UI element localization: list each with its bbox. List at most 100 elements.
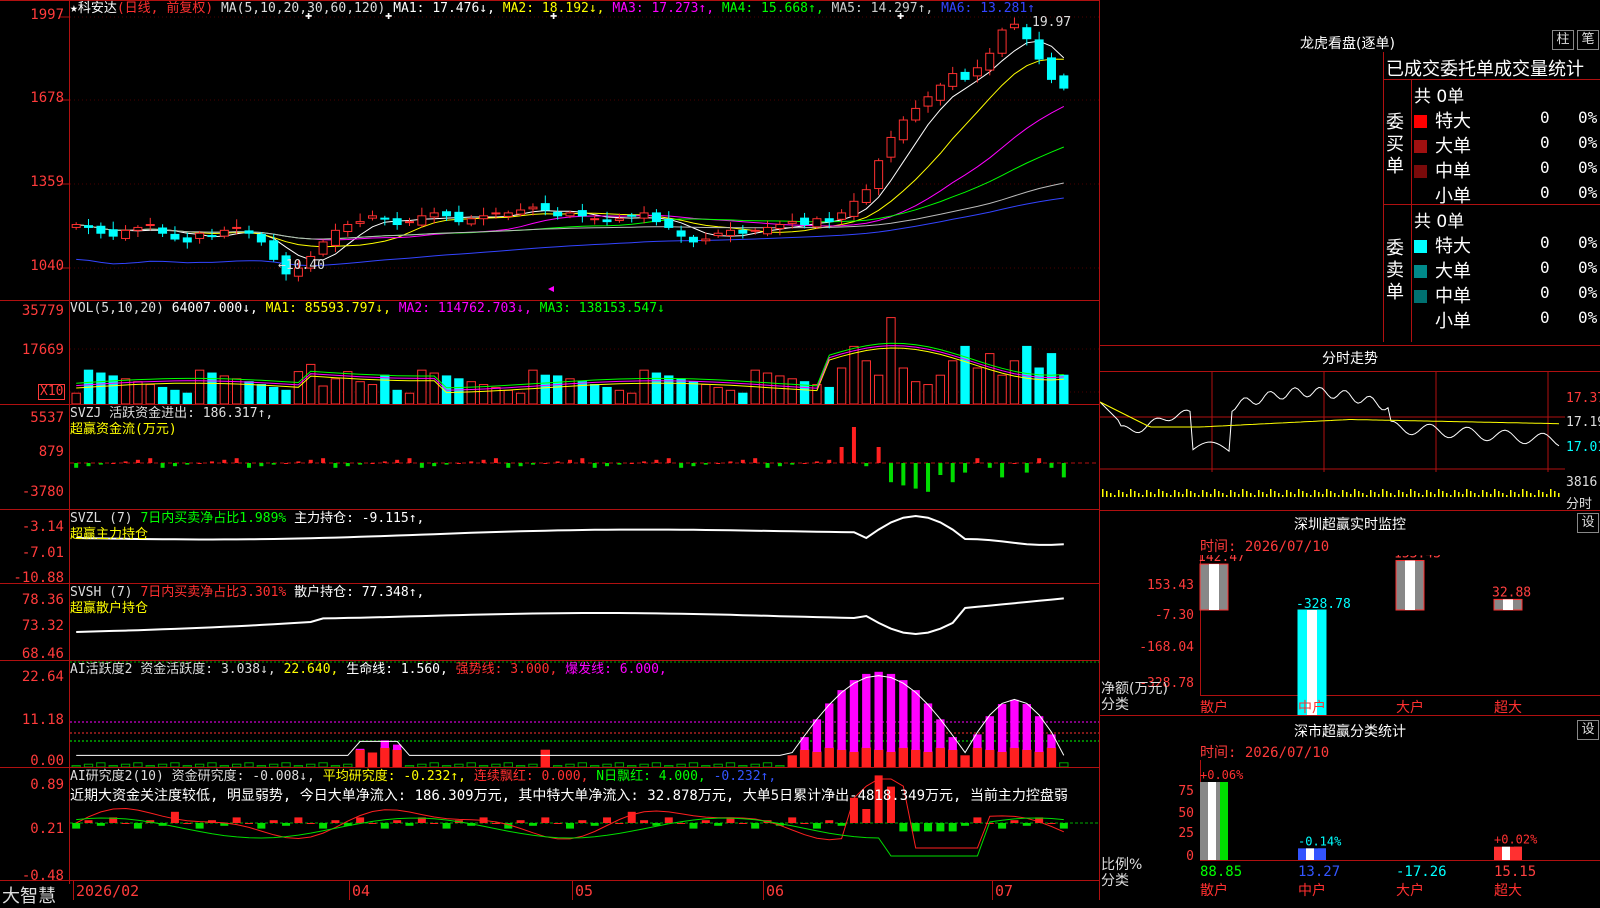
research-bar: [232, 817, 241, 823]
ma-value-4: MA4: 15.668↑,: [714, 1, 824, 16]
fund-flow-bar: [1024, 463, 1029, 473]
class-bar-change: -0.14%: [1298, 834, 1342, 848]
research-bar: [380, 823, 389, 829]
activity-bar: [713, 763, 723, 767]
research-bar: [257, 823, 266, 829]
x-tick-label: 06: [766, 882, 785, 900]
sz-monitor-title: 深圳超赢实时监控: [1294, 517, 1406, 533]
fund-flow-bar: [1000, 463, 1005, 478]
volume-bar: [145, 384, 155, 404]
candle: [1059, 73, 1069, 91]
brand-label: 大智慧: [2, 886, 56, 907]
candle: [121, 225, 131, 241]
intraday-volume-bar: [1454, 490, 1456, 497]
fund-flow-bar: [308, 459, 313, 463]
fund-flow-bar: [135, 459, 140, 463]
intraday-volume-bar: [1262, 492, 1264, 497]
ai2-note: 近期大资金关注度较低, 明显弱势, 今日大单净流入: 186.309万元, 其中…: [70, 788, 1068, 804]
activity-bar: [491, 763, 501, 767]
monitor-axis-label: 153.43: [1147, 578, 1194, 593]
volume-bar: [824, 386, 834, 404]
activity-bar: [725, 762, 736, 767]
volume-bar: [701, 384, 711, 404]
intraday-volume-bar: [1278, 493, 1280, 497]
volume-bar: [985, 353, 995, 404]
intraday-volume-bar: [1386, 491, 1388, 497]
candle: [664, 211, 674, 230]
monitor-bar-value: 142.47: [1198, 555, 1245, 565]
stock-name: 科安达: [77, 1, 117, 16]
intraday-volume-bar: [1394, 495, 1396, 497]
candle: [170, 226, 180, 242]
intraday-volume-bar: [1458, 492, 1460, 497]
intraday-volume-bar: [1506, 495, 1508, 497]
intraday-volume-bar: [1142, 495, 1144, 497]
activity-bar: [1046, 747, 1057, 767]
candle: [874, 158, 884, 196]
activity-bar-top: [997, 704, 1007, 752]
activity-bar: [256, 765, 267, 767]
fund-flow-bar: [111, 463, 116, 464]
intraday-volume-bar: [1326, 489, 1328, 497]
activity-bar: [83, 763, 94, 767]
intraday-axis-label: 17.37: [1566, 391, 1600, 406]
fund-flow-bar: [172, 463, 177, 467]
volume-bar: [515, 392, 526, 404]
research-bar: [319, 823, 328, 829]
intraday-price-line: [1100, 386, 1560, 453]
fund-flow-bar: [765, 463, 770, 468]
intraday-volume-bar: [1138, 493, 1140, 497]
activity-bar: [614, 762, 625, 767]
activity-bar: [120, 763, 131, 767]
candle: [355, 213, 365, 228]
sz-class-settings-button[interactable]: 设: [1577, 720, 1599, 740]
monitor-bar-4: [1493, 598, 1523, 611]
research-bar: [72, 823, 81, 829]
activity-bar-top: [899, 680, 908, 748]
fund-flow-bar: [938, 463, 943, 475]
ma-values: MA1: 17.476↓, MA2: 18.192↓, MA3: 17.273↑…: [393, 1, 1035, 16]
candle: [442, 209, 452, 222]
volume-bar: [590, 384, 600, 404]
activity-bar: [577, 762, 588, 767]
fund-flow-bar: [493, 458, 498, 463]
activity-bar: [392, 749, 402, 767]
activity-bar: [552, 765, 563, 767]
sz-monitor-ylabel: 净额(万元) 分类: [1101, 681, 1168, 713]
intraday-avg-line: [1100, 401, 1560, 428]
intraday-volume-bar: [1406, 494, 1408, 497]
fund-flow-bar: [1012, 463, 1017, 464]
intraday-chart[interactable]: [1100, 372, 1565, 509]
intraday-volume-bar: [1210, 494, 1212, 497]
sz-class-ylabel: 比例% 分类: [1101, 857, 1143, 889]
axis-label: 1040: [30, 258, 64, 274]
activity-bar: [787, 755, 797, 767]
intraday-volume-bar: [1450, 495, 1452, 497]
class-bar-4: [1494, 846, 1522, 860]
intraday-volume-bar: [1298, 489, 1300, 497]
candle: [775, 220, 785, 236]
period-label: (日线, 前复权): [116, 1, 214, 16]
ai1-header: AI活跃度2 资金活跃度: 3.038↓, 22.640, 生命线: 1.560…: [70, 662, 667, 677]
intraday-volume-bar: [1334, 493, 1336, 497]
activity-bar: [701, 765, 711, 767]
ma-params: MA(5,10,20,30,60,120): [220, 1, 386, 16]
activity-bar-top: [812, 719, 822, 752]
intraday-volume-bar: [1442, 491, 1444, 497]
fund-flow-bar: [790, 463, 795, 465]
intraday-volume-bar: [1134, 491, 1136, 497]
research-bar: [936, 823, 945, 832]
volume-bar: [540, 374, 550, 404]
activity-bar: [503, 762, 513, 767]
monitor-category-label: 大户: [1396, 699, 1424, 715]
volume-bar: [552, 375, 563, 404]
activity-bar: [355, 749, 365, 767]
activity-bar: [676, 763, 686, 767]
sz-monitor-settings-button[interactable]: 设: [1577, 513, 1599, 533]
candlestick-chart[interactable]: ✚ ✚ ✚ ✚: [70, 1, 1099, 300]
fund-flow-bar: [703, 463, 708, 465]
volume-bar: [664, 375, 674, 404]
fund-flow-bar: [740, 459, 745, 463]
fund-flow-bar: [1049, 463, 1054, 468]
star-icon[interactable]: ★: [70, 1, 78, 16]
